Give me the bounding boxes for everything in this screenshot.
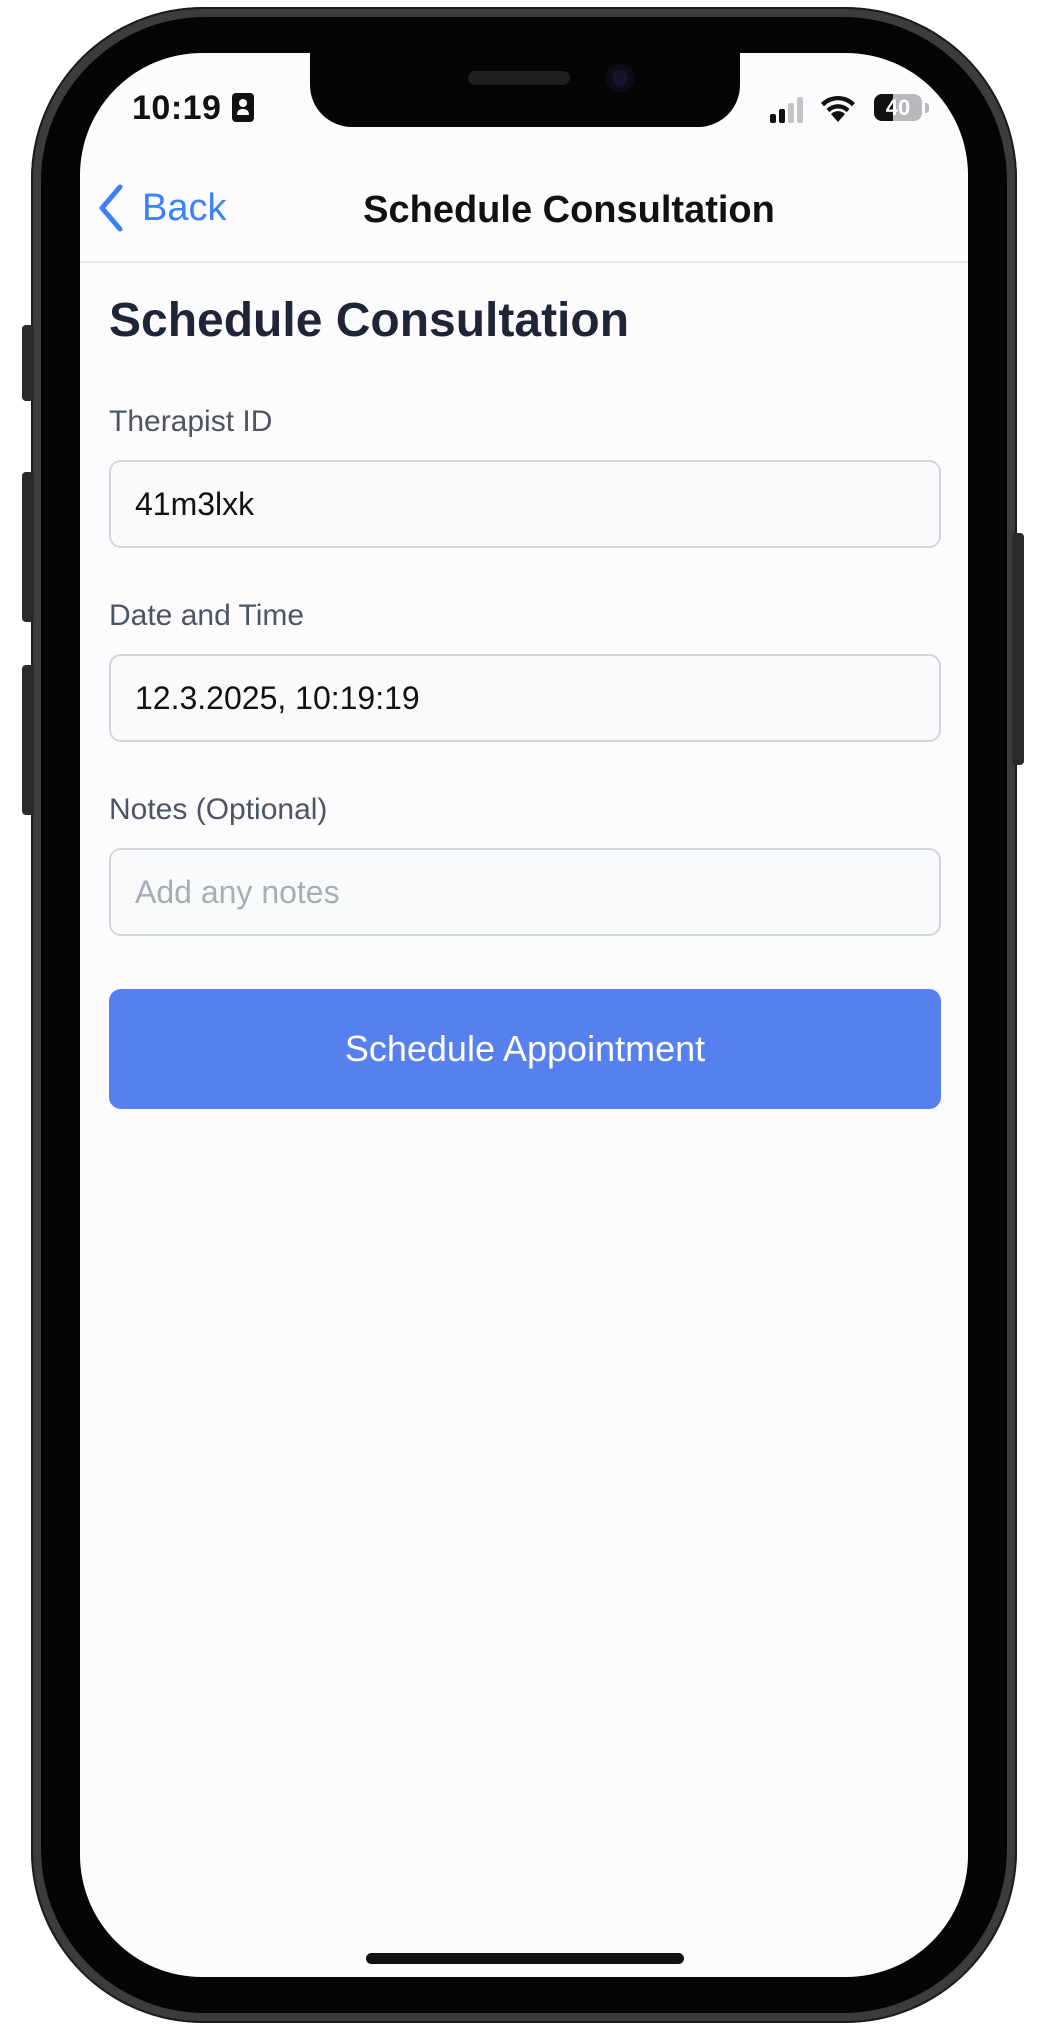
status-time: 10:19 — [132, 89, 222, 127]
signal-bar — [797, 97, 803, 123]
battery-cap — [925, 103, 929, 113]
signal-bar — [788, 103, 794, 123]
signal-bar — [779, 109, 785, 123]
notes-input[interactable] — [109, 848, 941, 936]
id-badge-icon — [232, 93, 254, 122]
therapist-id-label: Therapist ID — [109, 405, 273, 438]
date-time-label: Date and Time — [109, 599, 305, 632]
volume-up-button — [22, 472, 34, 622]
volume-down-button — [22, 665, 34, 815]
page-title: Schedule Consultation — [109, 294, 630, 347]
earpiece-speaker — [468, 71, 570, 85]
therapist-id-input[interactable] — [109, 460, 941, 548]
schedule-appointment-button[interactable]: Schedule Appointment — [109, 989, 941, 1109]
signal-bar — [770, 114, 776, 123]
nav-title: Schedule Consultation — [363, 189, 775, 231]
mute-switch — [22, 325, 34, 401]
notes-label: Notes (Optional) — [109, 793, 328, 826]
device-notch — [310, 53, 740, 127]
date-time-input[interactable] — [109, 654, 941, 742]
power-button — [1012, 533, 1024, 765]
front-camera — [606, 64, 634, 92]
home-indicator — [366, 1953, 684, 1964]
navigation-bar: Back Schedule Consultation — [80, 153, 968, 263]
wifi-icon — [821, 95, 855, 122]
app-screen: 10:19 40 Back Schedule Consultation Sche… — [80, 53, 968, 1977]
battery-icon: 40 — [874, 94, 922, 121]
cellular-signal-icon — [770, 97, 804, 123]
battery-percent: 40 — [885, 95, 911, 120]
